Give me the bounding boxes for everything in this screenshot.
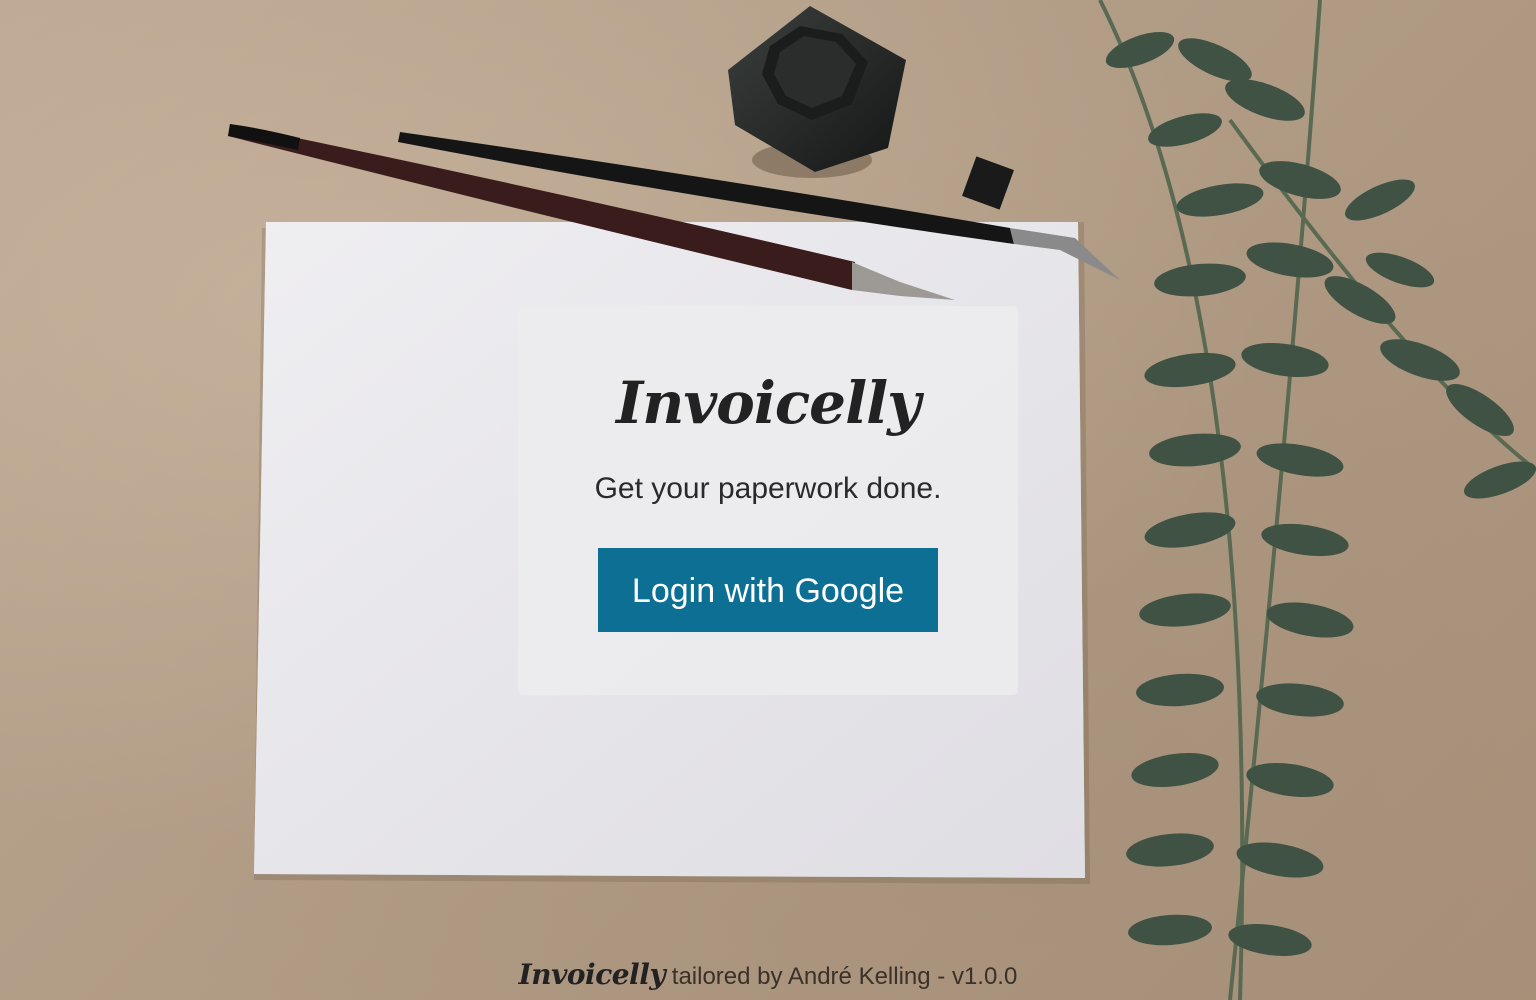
tagline: Get your paperwork done. <box>594 472 942 505</box>
ink-bottle <box>728 6 906 178</box>
eucalyptus-branches <box>1098 0 1536 1000</box>
footer-credit: tailored by André Kelling - v1.0.0 <box>671 963 1018 990</box>
login-card: Invoicelly Get your paperwork done. Logi… <box>518 306 1018 695</box>
login-with-google-button[interactable]: Login with Google <box>598 548 938 632</box>
footer: Invoicelly tailored by André Kelling - v… <box>0 958 1536 991</box>
app-logo: Invoicelly <box>616 369 921 437</box>
footer-logo: Invoicelly <box>518 958 666 991</box>
